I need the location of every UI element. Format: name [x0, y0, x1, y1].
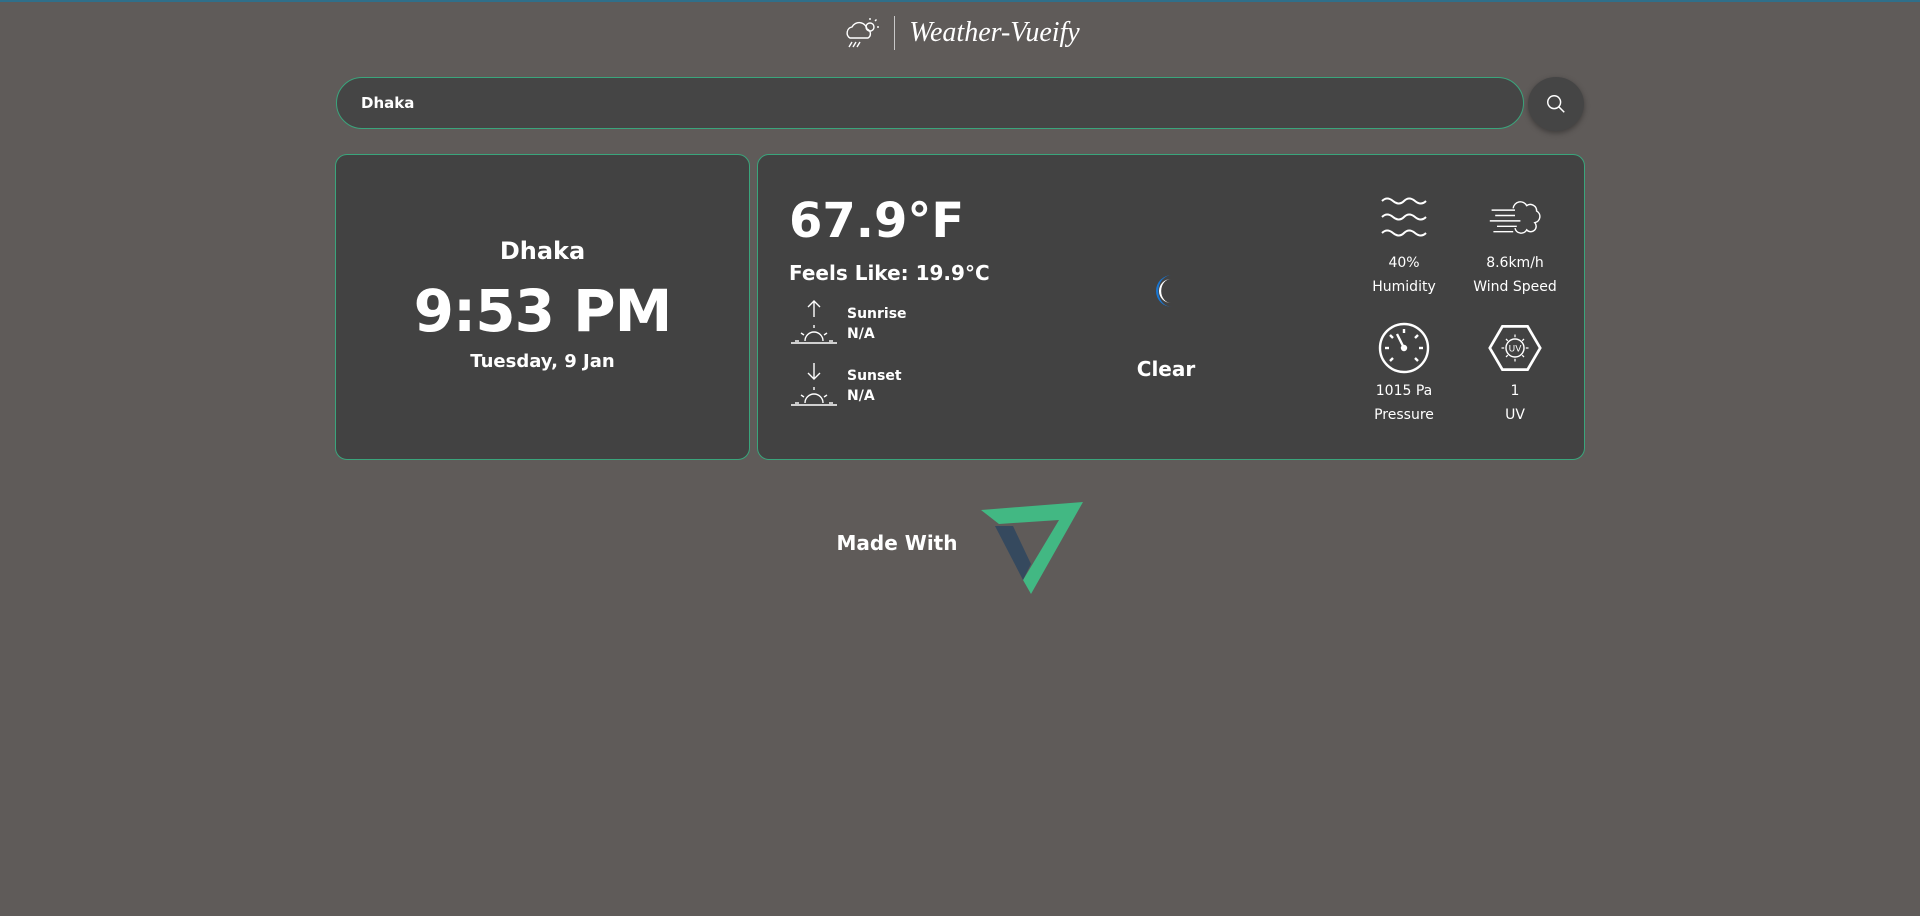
local-date: Tuesday, 9 Jan [470, 351, 615, 372]
svg-text:UV: UV [1509, 345, 1523, 355]
feels-like: Feels Like: 19.9°C [789, 261, 990, 285]
made-with-text: Made With [836, 531, 958, 555]
wind-icon [1489, 201, 1541, 234]
wind-label: Wind Speed [1473, 279, 1557, 295]
weather-logo-icon [840, 16, 880, 50]
weather-card: 67.9°F Feels Like: 19.9°C Sunrise N/A Su… [757, 154, 1585, 460]
sunrise-label: Sunrise [847, 306, 907, 322]
search-button[interactable] [1528, 77, 1584, 131]
temperature: 67.9°F [789, 193, 965, 249]
sunrise-value: N/A [847, 326, 875, 342]
pressure-value: 1015 Pa [1375, 383, 1433, 399]
vuetify-logo-icon [981, 502, 1084, 594]
humidity-icon [1381, 197, 1427, 237]
city-name: Dhaka [499, 237, 586, 265]
uv-label: UV [1505, 407, 1525, 423]
wind-value: 8.6km/h [1486, 255, 1544, 271]
local-time: 9:53 PM [413, 277, 673, 345]
pressure-label: Pressure [1374, 407, 1434, 423]
pressure-gauge-icon [1378, 322, 1430, 374]
app-header: Weather-Vueify [0, 16, 1920, 50]
sunset-label: Sunset [847, 368, 902, 384]
sunset-info: Sunset N/A [789, 361, 902, 411]
header-divider [894, 16, 896, 50]
sunrise-icon [791, 300, 837, 344]
uv-icon: UV [1488, 325, 1542, 371]
sunrise-info: Sunrise N/A [789, 299, 907, 349]
moon-icon [1156, 275, 1172, 307]
search-input[interactable] [336, 77, 1524, 129]
app-title: Weather-Vueify [909, 17, 1080, 48]
sunset-icon [791, 363, 837, 406]
humidity-stat: 40% Humidity [1356, 193, 1452, 295]
uv-stat: UV 1 UV [1467, 321, 1563, 423]
uv-value: 1 [1510, 383, 1520, 399]
location-card: Dhaka 9:53 PM Tuesday, 9 Jan [335, 154, 750, 460]
footer: Made With [0, 502, 1920, 596]
sunset-value: N/A [847, 388, 875, 404]
humidity-label: Humidity [1372, 279, 1436, 295]
search-icon [1547, 95, 1565, 113]
humidity-value: 40% [1388, 255, 1420, 271]
wind-stat: 8.6km/h Wind Speed [1467, 193, 1563, 295]
weather-condition: Clear [1136, 357, 1196, 381]
pressure-stat: 1015 Pa Pressure [1356, 321, 1452, 423]
